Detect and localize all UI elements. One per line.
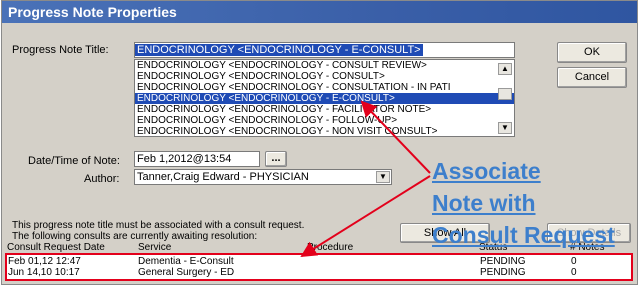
annotation-arrows [300,100,431,258]
note-properties-dialog: Progress Note Properties Progress Note T… [1,0,638,285]
arrow-to-selection-icon [360,100,431,174]
arrow-to-table-icon [300,175,431,258]
